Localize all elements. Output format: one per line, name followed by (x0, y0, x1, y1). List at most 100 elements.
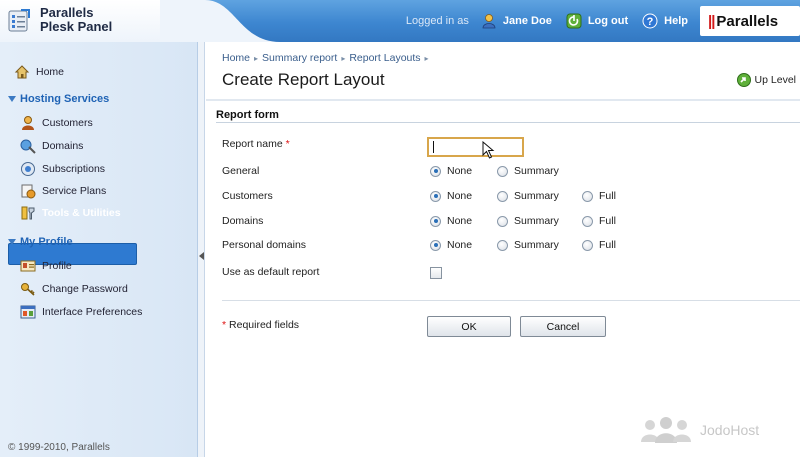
personal-domains-full-option[interactable]: Full (582, 239, 616, 251)
collapse-triangle-icon (8, 239, 16, 245)
breadcrumb-home[interactable]: Home (222, 52, 250, 64)
customers-full-radio[interactable] (582, 190, 593, 202)
section-my-profile[interactable]: My Profile (8, 236, 73, 248)
user-icon (482, 14, 496, 29)
personal-domains-full-radio[interactable] (582, 239, 593, 251)
sidebar-item-label: Home (36, 66, 65, 78)
personal-domains-summary-radio[interactable] (497, 239, 508, 251)
parallels-bars-icon: || (708, 12, 715, 30)
ok-button[interactable]: OK (427, 316, 511, 337)
help-icon[interactable]: ? (642, 13, 658, 29)
option-label: Full (599, 239, 616, 251)
default-report-checkbox[interactable] (430, 267, 442, 279)
report-name-label: Report name * (222, 138, 290, 150)
breadcrumb: Home ▸ Summary report ▸ Report Layouts ▸ (222, 52, 429, 64)
header-wave-decoration (160, 0, 280, 42)
domains-summary-option[interactable]: Summary (497, 215, 559, 227)
general-none-radio[interactable] (430, 165, 441, 177)
sidebar-item-home[interactable]: Home (14, 64, 64, 80)
collapse-left-icon[interactable] (199, 252, 204, 260)
form-legend: Report form (216, 109, 279, 121)
personal-domains-none-radio[interactable] (430, 239, 441, 251)
home-icon (14, 65, 30, 79)
logout-icon[interactable] (566, 13, 582, 29)
plesk-logo-icon (8, 9, 30, 32)
domains-summary-radio[interactable] (497, 215, 508, 227)
help-link[interactable]: Help (664, 15, 688, 27)
sidebar: Home Hosting Services Customers Domains … (0, 42, 198, 457)
up-level-link[interactable]: Up Level (736, 72, 796, 88)
customers-label: Customers (222, 190, 273, 202)
option-label: None (447, 190, 473, 202)
option-label: Summary (514, 239, 559, 251)
product-title-line2: Plesk Panel (40, 19, 113, 34)
up-level-icon (736, 73, 751, 87)
tools-icon (21, 206, 35, 220)
collapse-triangle-icon (8, 96, 16, 102)
watermark: JodoHost (638, 416, 759, 444)
sidebar-collapse-handle[interactable] (198, 42, 205, 457)
customers-icon (22, 116, 34, 130)
sidebar-item-customers[interactable]: Customers (20, 115, 93, 131)
general-none-option[interactable]: None (430, 165, 472, 177)
required-fields-note: * Required fields (222, 319, 299, 331)
people-watermark-icon (641, 417, 691, 443)
sidebar-item-profile[interactable]: Profile (20, 258, 72, 274)
section-title: Hosting Services (20, 93, 110, 105)
customers-none-radio[interactable] (430, 190, 441, 202)
sidebar-item-label: Change Password (42, 283, 128, 295)
customers-summary-radio[interactable] (497, 190, 508, 202)
required-note-text: Required fields (229, 319, 300, 331)
profile-icon (20, 260, 36, 272)
logout-link[interactable]: Log out (588, 15, 628, 27)
breadcrumb-summary-report[interactable]: Summary report (262, 52, 337, 64)
sidebar-item-domains[interactable]: Domains (20, 138, 83, 154)
option-label: Full (599, 215, 616, 227)
required-asterisk: * (285, 138, 290, 150)
product-title: Parallels Plesk Panel (40, 6, 112, 34)
section-hosting-services[interactable]: Hosting Services (8, 93, 109, 105)
form-legend-divider (216, 122, 800, 123)
user-name-link[interactable]: Jane Doe (503, 15, 552, 27)
sidebar-item-label: Customers (42, 117, 93, 129)
report-name-input[interactable] (427, 137, 524, 157)
option-label: None (447, 239, 473, 251)
sidebar-item-service-plans[interactable]: Service Plans (20, 183, 106, 199)
domains-none-option[interactable]: None (430, 215, 472, 227)
cancel-button[interactable]: Cancel (520, 316, 606, 337)
option-label: Summary (514, 165, 559, 177)
breadcrumb-separator-icon: ▸ (341, 53, 346, 63)
customers-none-option[interactable]: None (430, 190, 472, 202)
sidebar-item-interface-preferences[interactable]: Interface Preferences (20, 304, 142, 320)
sidebar-item-label: Interface Preferences (42, 306, 143, 318)
domains-full-option[interactable]: Full (582, 215, 616, 227)
general-label: General (222, 165, 260, 177)
parallels-vendor-logo: || Parallels (700, 6, 800, 36)
sidebar-item-subscriptions[interactable]: Subscriptions (20, 161, 105, 177)
breadcrumb-separator-icon: ▸ (254, 53, 259, 63)
required-asterisk: * (222, 319, 227, 331)
sidebar-item-tools-utilities-content[interactable]: Tools & Utilities (20, 205, 121, 221)
sidebar-item-change-password[interactable]: Change Password (20, 281, 128, 297)
customers-full-option[interactable]: Full (582, 190, 616, 202)
option-label: None (447, 215, 473, 227)
personal-domains-none-option[interactable]: None (430, 239, 472, 251)
general-summary-option[interactable]: Summary (497, 165, 559, 177)
sidebar-item-label: Tools & Utilities (42, 207, 121, 219)
top-header: Parallels Plesk Panel Logged in as Jane … (0, 0, 800, 42)
customers-summary-option[interactable]: Summary (497, 190, 559, 202)
breadcrumb-report-layouts[interactable]: Report Layouts (349, 52, 420, 64)
up-level-label: Up Level (754, 74, 796, 86)
default-report-label: Use as default report (222, 266, 320, 278)
domains-label: Domains (222, 215, 264, 227)
general-summary-radio[interactable] (497, 165, 508, 177)
vendor-logo-text: Parallels (716, 12, 779, 30)
mouse-pointer-icon (482, 141, 495, 159)
personal-domains-summary-option[interactable]: Summary (497, 239, 559, 251)
domains-icon (20, 139, 36, 154)
breadcrumb-separator-icon: ▸ (424, 53, 429, 63)
domains-none-radio[interactable] (430, 215, 441, 227)
sidebar-item-label: Domains (42, 140, 84, 152)
domains-full-radio[interactable] (582, 215, 593, 227)
option-label: None (447, 165, 473, 177)
